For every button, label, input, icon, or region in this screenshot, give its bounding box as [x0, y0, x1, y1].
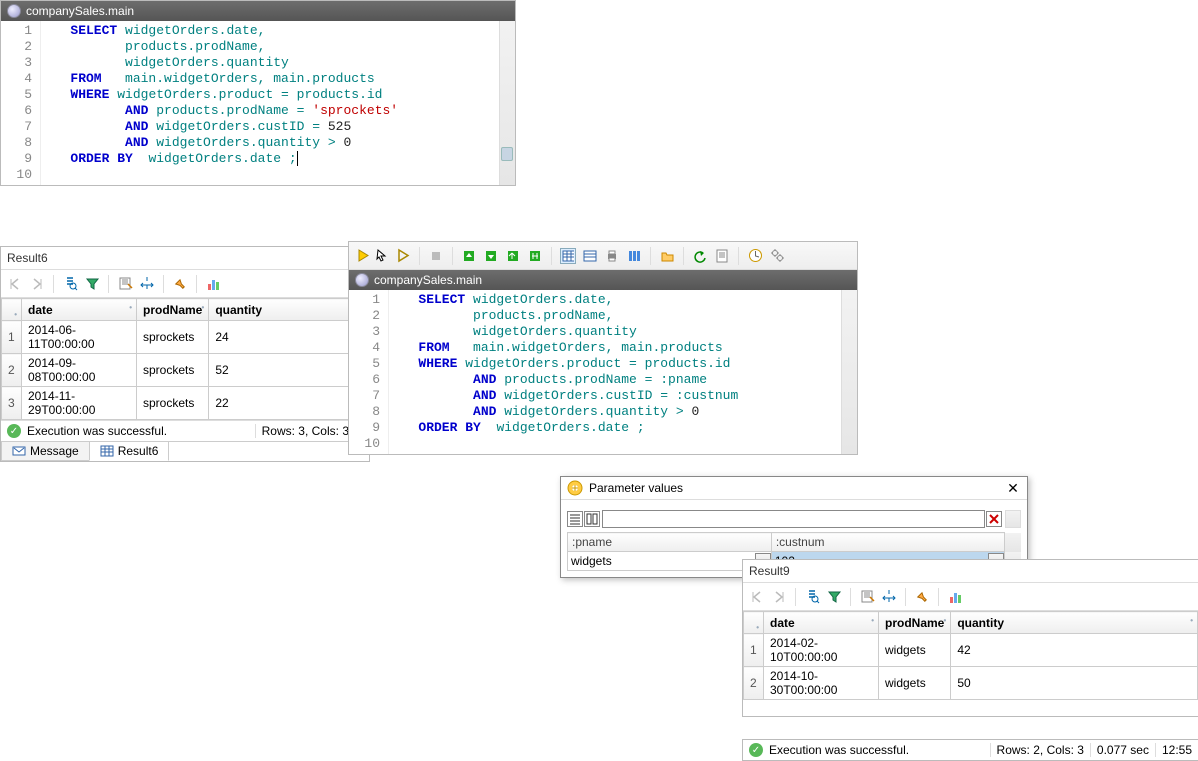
parameter-icon: [567, 480, 583, 496]
row-view-icon[interactable]: [567, 511, 583, 527]
status-text: Execution was successful.: [27, 424, 167, 438]
result9-table: date prodName quantity 12014-02-10T00:00…: [743, 611, 1198, 700]
script-icon[interactable]: [714, 248, 730, 264]
next-record-icon[interactable]: [29, 276, 45, 292]
grid-view-icon[interactable]: [560, 248, 576, 264]
sql-editor-window-1: companySales.main 12345678910 SELECT wid…: [0, 0, 516, 186]
app-icon: [7, 4, 21, 18]
export-icon[interactable]: [117, 276, 133, 292]
nav2-icon[interactable]: [483, 248, 499, 264]
folder-icon[interactable]: [659, 248, 675, 264]
execute-icon[interactable]: [355, 248, 371, 264]
scrollbar-vertical[interactable]: [499, 21, 515, 185]
tab-message[interactable]: Message: [1, 442, 90, 461]
nav1-icon[interactable]: [461, 248, 477, 264]
param-cell-pname[interactable]: ▼: [568, 552, 772, 571]
clock-text: 12:55: [1155, 743, 1192, 757]
scrollbar-vertical[interactable]: [1005, 510, 1021, 528]
clear-icon[interactable]: [986, 511, 1002, 527]
nav3-icon[interactable]: [505, 248, 521, 264]
cursor-icon[interactable]: [373, 248, 389, 264]
result9-statusbar: ✓ Execution was successful. Rows: 2, Col…: [742, 739, 1198, 761]
chart-icon[interactable]: [205, 276, 221, 292]
col-date[interactable]: date: [764, 612, 879, 634]
col-date[interactable]: date: [22, 299, 137, 321]
param-col-custnum[interactable]: :custnum: [771, 533, 1004, 552]
pin-icon[interactable]: [914, 589, 930, 605]
col-quantity[interactable]: quantity: [209, 299, 369, 321]
code-text-1[interactable]: SELECT widgetOrders.date, products.prodN…: [41, 21, 515, 185]
status-text: Execution was successful.: [769, 743, 909, 757]
execute-plan-icon[interactable]: [395, 248, 411, 264]
find-icon[interactable]: [804, 589, 820, 605]
line-numbers-1: 12345678910: [1, 21, 41, 185]
clock-icon[interactable]: [747, 248, 763, 264]
result6-panel: Result6 date prodName quantity 12014-06-…: [0, 246, 370, 462]
code-area-2[interactable]: 12345678910 SELECT widgetOrders.date, pr…: [349, 290, 857, 454]
param-dialog-title: Parameter values: [589, 481, 683, 495]
chart-icon[interactable]: [947, 589, 963, 605]
table-row[interactable]: 22014-09-08T00:00:00sprockets52: [2, 354, 369, 387]
first-record-icon[interactable]: [749, 589, 765, 605]
close-button[interactable]: ✕: [1005, 480, 1021, 496]
titlebar-editor-1[interactable]: companySales.main: [1, 1, 515, 21]
print-icon[interactable]: [604, 248, 620, 264]
pname-input[interactable]: [568, 553, 755, 569]
editor-title-1: companySales.main: [26, 4, 134, 18]
result9-label: Result9: [743, 560, 1198, 583]
scrollbar-vertical[interactable]: [841, 290, 857, 454]
undo-icon[interactable]: [692, 248, 708, 264]
stop-icon[interactable]: [428, 248, 444, 264]
success-icon: ✓: [7, 424, 21, 438]
filter-icon[interactable]: [84, 276, 100, 292]
line-numbers-2: 12345678910: [349, 290, 389, 454]
sql-editor-window-2: companySales.main 12345678910 SELECT wid…: [348, 241, 858, 455]
timing-text: 0.077 sec: [1090, 743, 1149, 757]
app-icon: [355, 273, 369, 287]
find-icon[interactable]: [62, 276, 78, 292]
result6-toolbar: [1, 270, 369, 298]
editor-title-2: companySales.main: [374, 273, 482, 287]
first-record-icon[interactable]: [7, 276, 23, 292]
rows-cols-text: Rows: 2, Cols: 3: [990, 743, 1084, 757]
table-row[interactable]: 12014-02-10T00:00:00widgets42: [744, 634, 1198, 667]
autofit-icon[interactable]: [881, 589, 897, 605]
editor2-toolbar: [349, 242, 857, 270]
result6-statusbar: ✓ Execution was successful. Rows: 3, Col…: [1, 420, 369, 441]
param-dialog-titlebar[interactable]: Parameter values ✕: [561, 477, 1027, 500]
export-icon[interactable]: [859, 589, 875, 605]
rows-cols-text: Rows: 3, Cols: 3: [255, 424, 349, 438]
titlebar-editor-2[interactable]: companySales.main: [349, 270, 857, 290]
form-view-icon[interactable]: [582, 248, 598, 264]
tab-result6[interactable]: Result6: [89, 442, 170, 461]
nav4-icon[interactable]: [527, 248, 543, 264]
col-view-icon[interactable]: [584, 511, 600, 527]
result6-label: Result6: [1, 247, 369, 270]
table-row[interactable]: 12014-06-11T00:00:00sprockets24: [2, 321, 369, 354]
settings-icon[interactable]: [769, 248, 785, 264]
row-corner: [2, 299, 22, 321]
code-area-1[interactable]: 12345678910 SELECT widgetOrders.date, pr…: [1, 21, 515, 185]
success-icon: ✓: [749, 743, 763, 757]
filter-icon[interactable]: [826, 589, 842, 605]
next-record-icon[interactable]: [771, 589, 787, 605]
col-prodname[interactable]: prodName: [137, 299, 209, 321]
table-row[interactable]: 32014-11-29T00:00:00sprockets22: [2, 387, 369, 420]
param-col-pname[interactable]: :pname: [568, 533, 772, 552]
grid-icon: [100, 444, 114, 458]
table-row[interactable]: 22014-10-30T00:00:00widgets50: [744, 667, 1198, 700]
param-toolbar: [561, 500, 1027, 532]
col-quantity[interactable]: quantity: [951, 612, 1198, 634]
result9-toolbar: [743, 583, 1198, 611]
result9-panel: Result9 date prodName quantity 12014-02-…: [742, 559, 1198, 717]
result6-table: date prodName quantity 12014-06-11T00:00…: [1, 298, 369, 420]
message-icon: [12, 444, 26, 458]
columns-icon[interactable]: [626, 248, 642, 264]
col-prodname[interactable]: prodName: [879, 612, 951, 634]
result-tabs: Message Result6: [1, 441, 369, 461]
code-text-2[interactable]: SELECT widgetOrders.date, products.prodN…: [389, 290, 857, 454]
pin-icon[interactable]: [172, 276, 188, 292]
row-corner: [744, 612, 764, 634]
autofit-icon[interactable]: [139, 276, 155, 292]
